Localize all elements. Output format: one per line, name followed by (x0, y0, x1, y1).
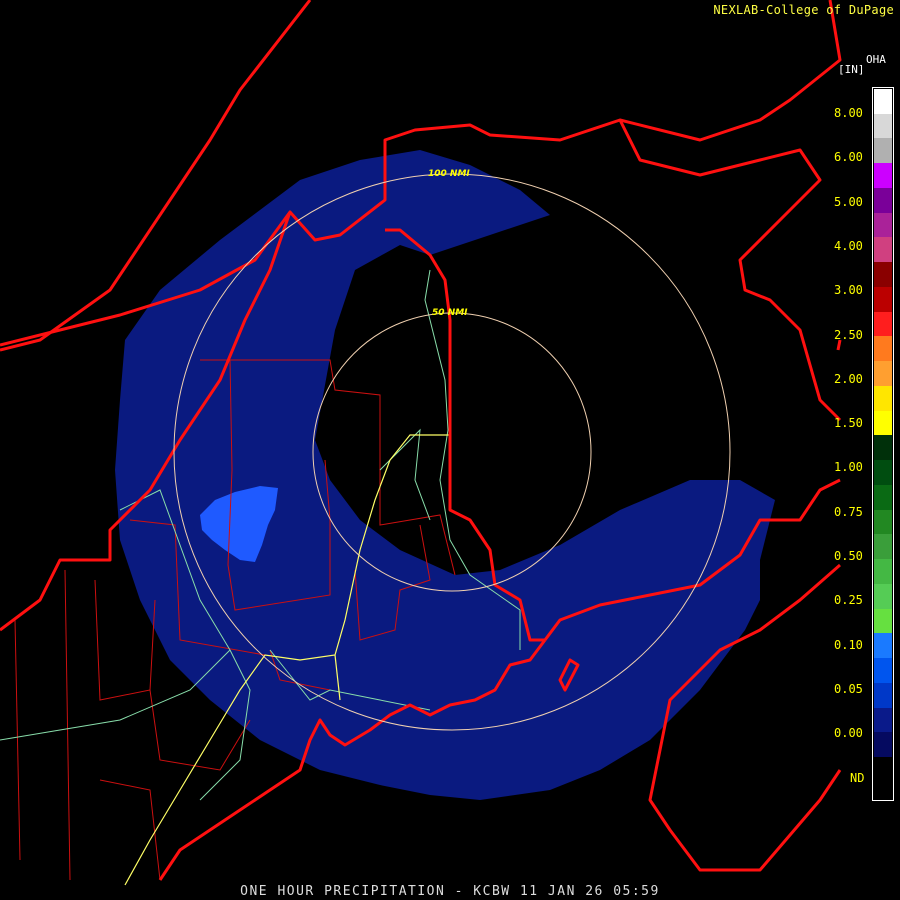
color-scale-label: 3.00 (834, 283, 863, 298)
range-ring-50-label: 50 NMI (432, 308, 468, 318)
color-scale-swatch (874, 633, 892, 659)
color-scale-swatch (874, 410, 892, 436)
color-scale-swatch (874, 286, 892, 313)
color-scale-swatch (874, 435, 892, 461)
color-scale-swatch (874, 89, 892, 115)
color-scale-swatch (874, 509, 892, 535)
color-scale-swatch (874, 484, 892, 511)
color-scale-swatch (874, 163, 892, 189)
color-scale-swatch (874, 113, 892, 139)
color-scale-swatch (874, 361, 892, 387)
color-scale-label: 5.00 (834, 194, 863, 209)
color-scale-swatch (874, 311, 892, 337)
color-scale-swatch (874, 534, 892, 560)
border-nb-quebec (618, 119, 842, 422)
color-scale-bar (872, 87, 894, 801)
legend-product: OHA (866, 53, 886, 66)
color-scale-swatch (874, 262, 892, 288)
color-scale-swatch (874, 682, 892, 708)
color-scale-label: ND (850, 770, 865, 785)
color-scale-swatch (874, 608, 892, 634)
color-scale-label: 4.00 (834, 238, 863, 253)
color-scale-label: 0.05 (834, 681, 863, 696)
range-ring-100-label: 100 NMI (428, 169, 470, 179)
radar-map: 100 NMI 50 NMI (0, 0, 842, 886)
credit-label: NEXLAB-College of DuPage (713, 3, 894, 17)
color-scale-label: 0.50 (834, 549, 863, 563)
color-scale-label: 8.00 (834, 106, 863, 120)
color-scale-swatch (874, 187, 892, 214)
color-scale-swatch (874, 658, 892, 684)
color-scale-swatch (874, 732, 892, 758)
color-scale-swatch (874, 237, 892, 263)
precip-area-light (115, 150, 775, 800)
color-scale-swatch (874, 212, 892, 238)
color-scale-swatch (874, 460, 892, 486)
color-scale-swatch (874, 385, 892, 412)
color-scale-swatch (874, 707, 892, 733)
color-scale-label: 0.25 (834, 593, 863, 608)
color-scale-swatch (874, 336, 892, 362)
product-footer: ONE HOUR PRECIPITATION - KCBW 11 JAN 26 … (240, 884, 660, 899)
pei-west (836, 339, 842, 351)
color-scale-label: 0.10 (834, 637, 863, 652)
color-scale-label: 1.00 (834, 460, 863, 475)
color-scale-label: 2.00 (834, 371, 863, 386)
color-scale-label: 0.00 (834, 726, 863, 741)
legend-unit: [IN] (838, 63, 865, 76)
color-scale-label: 0.75 (834, 504, 863, 519)
color-scale-label: 2.50 (834, 327, 863, 342)
precipitation-echoes (115, 150, 775, 800)
color-scale-label: 6.00 (834, 150, 863, 165)
color-scale-label: 1.50 (834, 416, 863, 431)
color-scale-swatch (874, 583, 892, 610)
color-scale-swatch (874, 138, 892, 164)
color-scale-swatch (874, 559, 892, 585)
